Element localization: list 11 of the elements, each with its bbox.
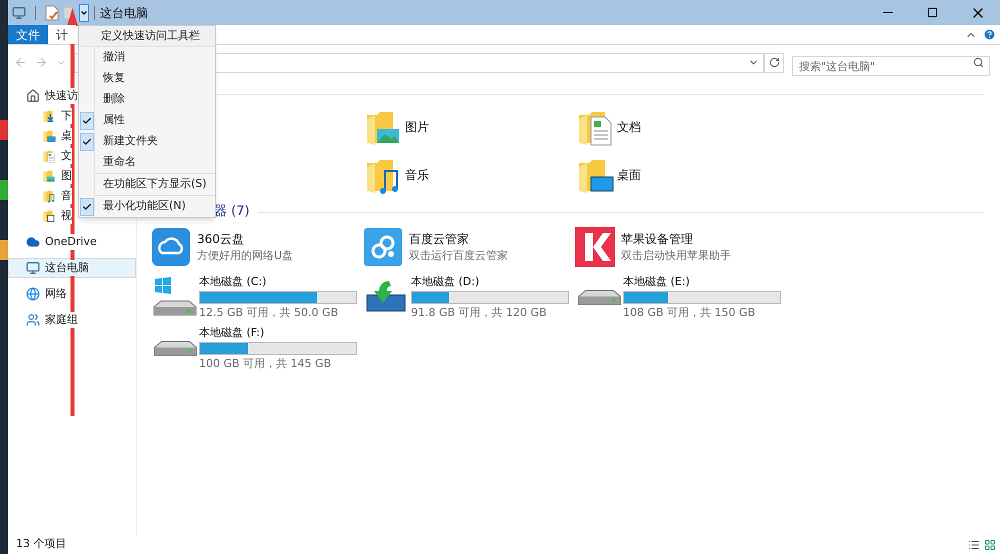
menu-title: 定义快速访问工具栏 [101,28,200,44]
item-count: 13 个项目 [16,536,66,552]
app-description: 双击运行百度云管家 [409,248,508,264]
app-description: 双击启动快用苹果助手 [621,248,731,264]
drive-space: 100 GB 可用，共 145 GB [199,356,332,370]
section-header: 器 (7) [214,203,250,222]
drive-space: 12.5 GB 可用，共 50.0 GB [199,306,340,320]
drive-space: 108 GB 可用，共 150 GB [623,306,756,320]
window-title: 这台电脑 [100,4,148,22]
app-description: 方便好用的网络U盘 [197,248,294,264]
drive-space: 91.8 GB 可用，共 120 GB [411,306,548,320]
